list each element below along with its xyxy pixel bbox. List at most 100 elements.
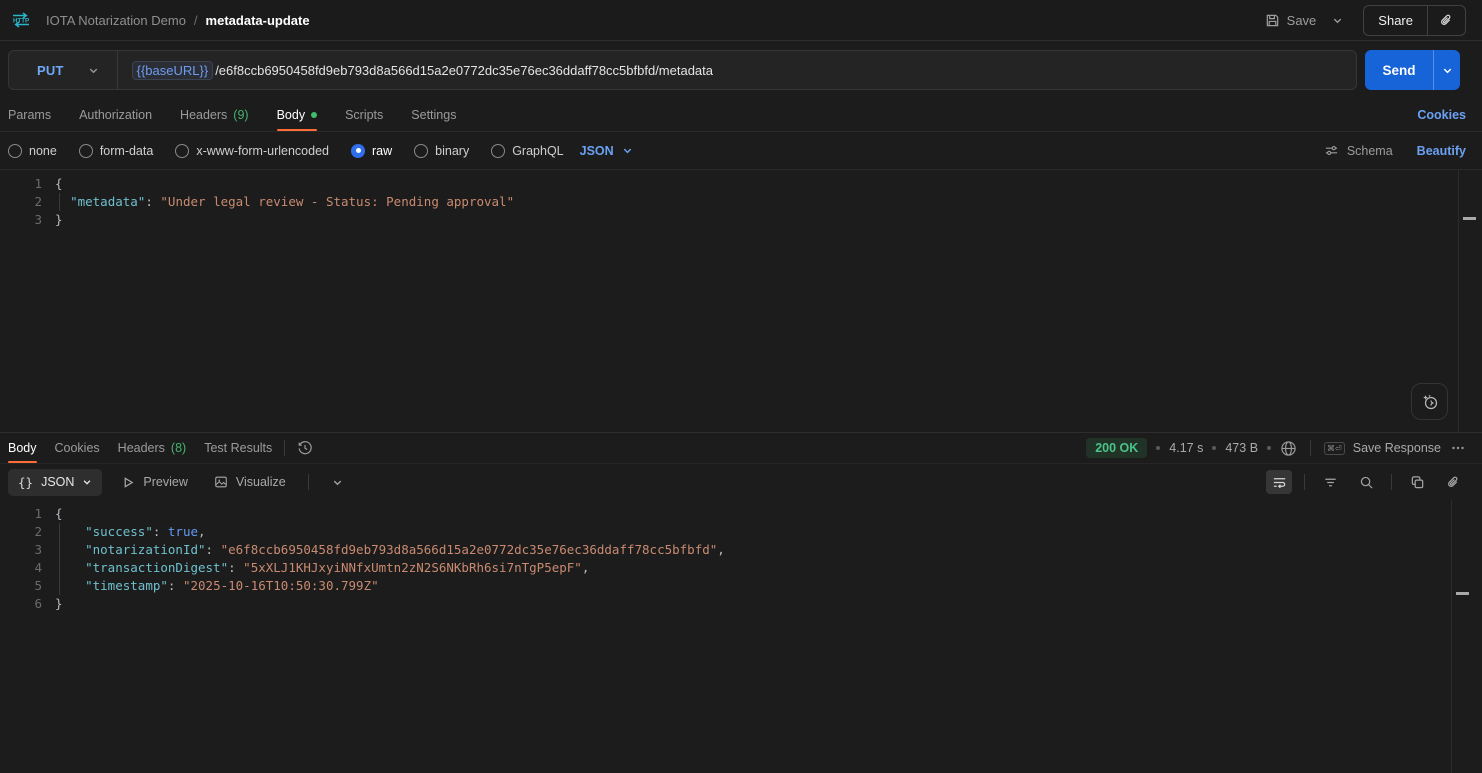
chevron-down-icon [88, 65, 99, 76]
body-options-row: none form-data x-www-form-urlencoded raw bin… [0, 132, 1482, 169]
header-actions: Save Share [1261, 5, 1466, 36]
tab-headers[interactable]: Headers(9) [180, 99, 249, 131]
beautify-link[interactable]: Beautify [1417, 144, 1466, 158]
send-button[interactable]: Send [1365, 50, 1433, 90]
response-time[interactable]: 4.17 s [1169, 441, 1203, 455]
code-line: 2 "success": true, [0, 523, 1482, 541]
response-tab-test-results[interactable]: Test Results [204, 433, 272, 463]
code-line: 3 "notarizationId": "e6f8ccb6950458fd9eb… [0, 541, 1482, 559]
line-number: 1 [0, 175, 42, 193]
divider [1391, 474, 1392, 490]
response-format-select[interactable]: {} JSON [8, 469, 102, 496]
response-tabs: Body Cookies Headers(8) Test Results [8, 433, 272, 463]
response-header: Body Cookies Headers(8) Test Results 200 OK… [0, 433, 1482, 464]
cookies-link[interactable]: Cookies [1417, 108, 1466, 122]
tab-body[interactable]: Body [277, 99, 318, 131]
save-response-icon: ⌘⏎ [1324, 442, 1345, 455]
divider [1304, 474, 1305, 490]
response-code-lines: 1{2 "success": true,3 "notarizationId": … [0, 505, 1482, 613]
paperclip-icon [1439, 13, 1454, 28]
body-language-select[interactable]: JSON [580, 144, 633, 158]
body-type-graphql[interactable]: GraphQL [491, 144, 563, 158]
request-editor-scrollbar[interactable] [1458, 170, 1482, 432]
more-views-chevron[interactable] [325, 470, 351, 494]
indent-guide [59, 577, 60, 595]
app-window: HTTP IOTA Notarization Demo / metadata-u… [0, 0, 1482, 773]
line-number: 1 [0, 505, 42, 523]
response-tools-right [1266, 470, 1466, 494]
tab-params[interactable]: Params [8, 99, 51, 131]
response-view-controls: {} JSON Preview Visualize [8, 469, 351, 496]
response-body-viewer[interactable]: 1{2 "success": true,3 "notarizationId": … [0, 500, 1482, 773]
dot-separator [1156, 446, 1160, 450]
save-icon [1265, 13, 1280, 28]
code-line: 1{ [0, 175, 1482, 193]
share-button[interactable]: Share [1364, 6, 1427, 35]
more-options-button[interactable] [1450, 440, 1466, 456]
search-button[interactable] [1353, 470, 1379, 494]
paperclip-icon [1446, 475, 1461, 490]
response-size[interactable]: 473 B [1225, 441, 1258, 455]
sliders-icon [1324, 143, 1339, 158]
code-line: 2 "metadata": "Under legal review - Stat… [0, 193, 1482, 211]
response-tab-headers[interactable]: Headers(8) [118, 433, 187, 463]
response-editor-scrollbar[interactable] [1451, 500, 1482, 773]
network-info-button[interactable] [1280, 440, 1297, 457]
line-number: 2 [0, 523, 42, 541]
body-type-none[interactable]: none [8, 144, 57, 158]
scrollbar-marker [1463, 217, 1476, 220]
radio-icon [79, 144, 93, 158]
breadcrumb: IOTA Notarization Demo / metadata-update [46, 13, 310, 28]
url-input[interactable]: {{baseURL}} /e6f8ccb6950458fd9eb793d8a56… [118, 61, 1356, 80]
response-tab-body[interactable]: Body [8, 433, 37, 463]
url-variable-chip[interactable]: {{baseURL}} [132, 61, 214, 80]
line-number: 2 [0, 193, 42, 211]
chevron-down-icon [622, 145, 633, 156]
save-button[interactable]: Save [1261, 7, 1321, 34]
save-response-button[interactable]: ⌘⏎ Save Response [1324, 441, 1441, 455]
body-type-x-www-form-urlencoded[interactable]: x-www-form-urlencoded [175, 144, 329, 158]
url-path-text: /e6f8ccb6950458fd9eb793d8a566d15a2e0772d… [215, 63, 713, 78]
radio-icon [414, 144, 428, 158]
body-type-radios: none form-data x-www-form-urlencoded raw bin… [8, 144, 564, 158]
postbot-sparkle-icon [1421, 393, 1439, 411]
body-type-form-data[interactable]: form-data [79, 144, 154, 158]
ellipsis-icon [1450, 440, 1466, 456]
copy-button[interactable] [1404, 470, 1430, 494]
visualize-button[interactable]: Visualize [208, 469, 292, 495]
filter-button[interactable] [1317, 470, 1343, 494]
schema-button[interactable]: Schema [1324, 143, 1393, 158]
breadcrumb-collection[interactable]: IOTA Notarization Demo [46, 13, 186, 28]
share-group: Share [1363, 5, 1466, 36]
save-options-chevron[interactable] [1326, 9, 1349, 32]
code-line: 4 "transactionDigest": "5xXLJ1KHJxyiNNfx… [0, 559, 1482, 577]
response-history-button[interactable] [297, 440, 313, 456]
body-type-binary[interactable]: binary [414, 144, 469, 158]
postbot-ai-button[interactable] [1411, 383, 1448, 420]
send-options-chevron[interactable] [1433, 50, 1460, 90]
body-type-raw[interactable]: raw [351, 144, 392, 158]
request-body-editor[interactable]: 1{2 "metadata": "Under legal review - St… [0, 169, 1482, 433]
wrap-text-button[interactable] [1266, 470, 1292, 494]
count-badge: (9) [233, 108, 248, 122]
line-number: 5 [0, 577, 42, 595]
dot-separator [1267, 446, 1271, 450]
status-badge[interactable]: 200 OK [1086, 438, 1147, 458]
tab-authorization[interactable]: Authorization [79, 99, 152, 131]
filter-lines-icon [1323, 475, 1338, 490]
copy-link-button[interactable] [1427, 6, 1465, 35]
response-tab-cookies[interactable]: Cookies [55, 433, 100, 463]
response-toolbar: {} JSON Preview Visualize [0, 464, 1482, 500]
request-tabs: Params Authorization Headers(9) Body Scripts… [8, 99, 456, 131]
copy-icon [1410, 475, 1425, 490]
request-tabs-row: Params Authorization Headers(9) Body Scripts… [0, 99, 1482, 132]
tab-scripts[interactable]: Scripts [345, 99, 383, 131]
line-number: 3 [0, 541, 42, 559]
method-select[interactable]: PUT [9, 51, 118, 89]
svg-text:HTTP: HTTP [13, 17, 29, 24]
link-button[interactable] [1440, 470, 1466, 494]
tab-settings[interactable]: Settings [411, 99, 456, 131]
http-request-icon: HTTP [8, 9, 34, 31]
preview-button[interactable]: Preview [116, 469, 193, 495]
response-meta: 200 OK 4.17 s 473 B ⌘⏎ Save Response [1086, 438, 1466, 458]
